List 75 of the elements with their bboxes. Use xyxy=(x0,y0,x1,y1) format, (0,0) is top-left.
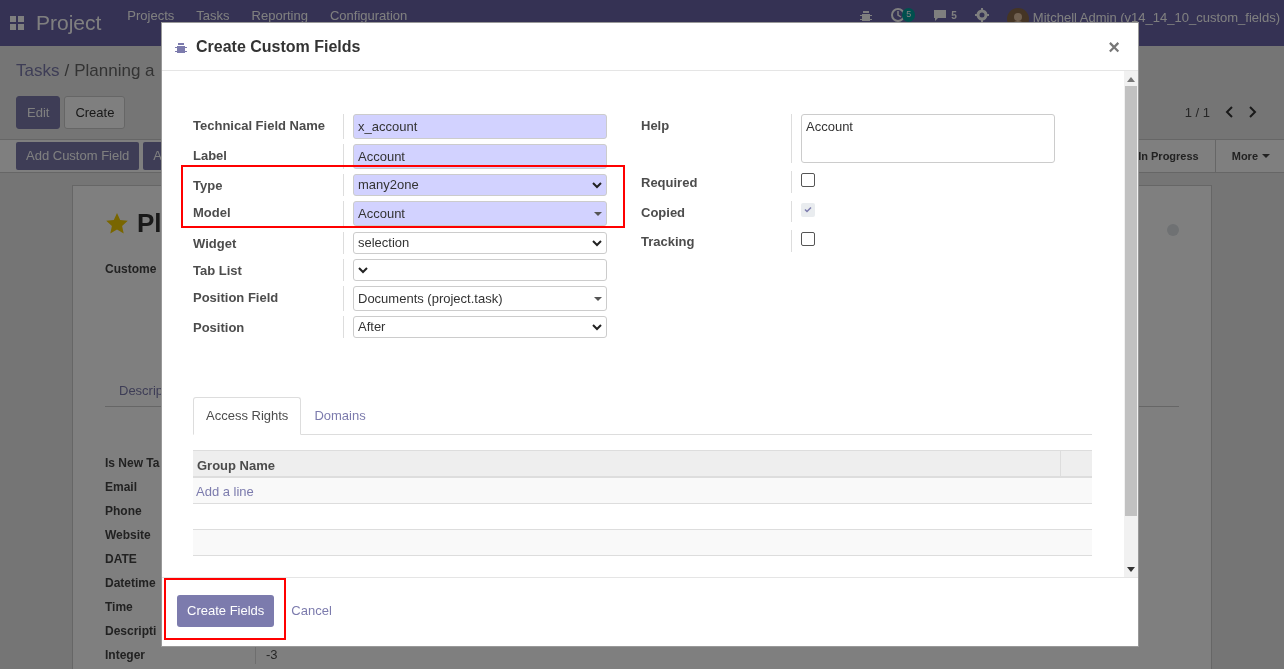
more-button[interactable]: More xyxy=(1214,140,1284,172)
scrollbar[interactable] xyxy=(1124,71,1138,577)
clock-icon[interactable] xyxy=(891,8,906,22)
chevron-icon[interactable] xyxy=(358,266,368,274)
dropdown-field[interactable]: Account xyxy=(353,201,607,226)
bug-icon[interactable] xyxy=(859,8,874,22)
close-button[interactable]: × xyxy=(1102,35,1126,58)
record-title: Pl xyxy=(137,207,162,240)
field-label: Position Field xyxy=(193,289,280,307)
next-icon[interactable] xyxy=(1248,106,1258,119)
text-field[interactable]: x_account xyxy=(353,114,607,139)
apps-menu-icon[interactable] xyxy=(10,16,24,30)
breadcrumb-separator: / xyxy=(64,60,70,82)
field-label: Time xyxy=(105,599,133,616)
description-tab[interactable]: Descrip xyxy=(119,380,164,400)
field-label: Tracking xyxy=(641,233,696,251)
settings-icon[interactable] xyxy=(974,8,989,22)
select-field[interactable]: selection xyxy=(353,232,607,254)
edit-button[interactable]: Edit xyxy=(16,95,61,129)
pager-value[interactable]: 1 / 1 xyxy=(1184,102,1210,122)
field-label: Technical Field Name xyxy=(193,117,326,135)
field-label: Required xyxy=(641,174,699,192)
chat-icon[interactable] xyxy=(933,8,948,22)
field-label: Website xyxy=(105,527,151,544)
add-line-link[interactable]: Add a line xyxy=(196,483,254,499)
field-label: Label xyxy=(193,147,228,165)
create-button[interactable]: Create xyxy=(64,95,126,129)
select-field[interactable] xyxy=(353,259,607,281)
create-fields-button[interactable]: Create Fields xyxy=(177,595,275,627)
help-textarea[interactable]: Account xyxy=(801,114,1055,163)
app-brand: Project xyxy=(36,10,102,36)
action-button[interactable]: Add Custom Field xyxy=(16,142,140,170)
field-label: Integer xyxy=(105,647,145,664)
message-count: 5 xyxy=(951,9,957,23)
field-label: Position xyxy=(193,319,246,337)
cancel-link[interactable]: Cancel xyxy=(289,595,334,627)
caret-icon xyxy=(1262,154,1270,158)
field-label: Is New Ta xyxy=(105,455,160,472)
scroll-down-icon[interactable] xyxy=(1127,567,1135,572)
dialog-title: Create Custom Fields xyxy=(196,36,361,57)
select-field[interactable]: After xyxy=(353,316,607,338)
field-label: Email xyxy=(105,479,137,496)
caret-icon[interactable] xyxy=(594,296,602,301)
activity-count: 5 xyxy=(902,8,916,22)
chevron-icon[interactable] xyxy=(592,239,602,247)
status-stage[interactable]: In Progress xyxy=(1138,147,1211,165)
field-label: DATE xyxy=(105,551,137,568)
user-name[interactable]: Mitchell Admin (v14_14_10_custom_fields) xyxy=(1032,8,1280,28)
field-label: Type xyxy=(193,177,224,195)
field-label: Model xyxy=(193,204,232,222)
breadcrumb-current: Planning a xyxy=(74,60,155,82)
star-icon[interactable] xyxy=(105,212,129,235)
field-label: Widget xyxy=(193,235,238,253)
field-label: Phone xyxy=(105,503,142,520)
chevron-icon[interactable] xyxy=(592,181,602,189)
select-field[interactable]: many2one xyxy=(353,174,607,196)
scroll-up-icon[interactable] xyxy=(1127,77,1135,82)
field-label: Tab List xyxy=(193,262,243,280)
caret-icon[interactable] xyxy=(594,211,602,216)
field-label: Help xyxy=(641,117,671,135)
field-label: Custome xyxy=(105,261,157,278)
checkbox[interactable] xyxy=(801,173,815,187)
column-header: Group Name xyxy=(193,450,1061,476)
dropdown-field[interactable]: Documents (project.task) xyxy=(353,286,607,311)
text-field[interactable]: Account xyxy=(353,144,607,169)
field-label: Datetime xyxy=(105,575,156,592)
check-icon xyxy=(804,206,812,213)
previous-icon[interactable] xyxy=(1224,106,1234,119)
field-label: Descripti xyxy=(105,623,157,640)
checkbox[interactable] xyxy=(801,232,815,246)
breadcrumb-link[interactable]: Tasks xyxy=(16,58,60,84)
field-label: Copied xyxy=(641,203,687,222)
tab[interactable]: Domains xyxy=(301,397,379,435)
chevron-icon[interactable] xyxy=(592,323,602,331)
tab[interactable]: Access Rights xyxy=(193,397,302,435)
